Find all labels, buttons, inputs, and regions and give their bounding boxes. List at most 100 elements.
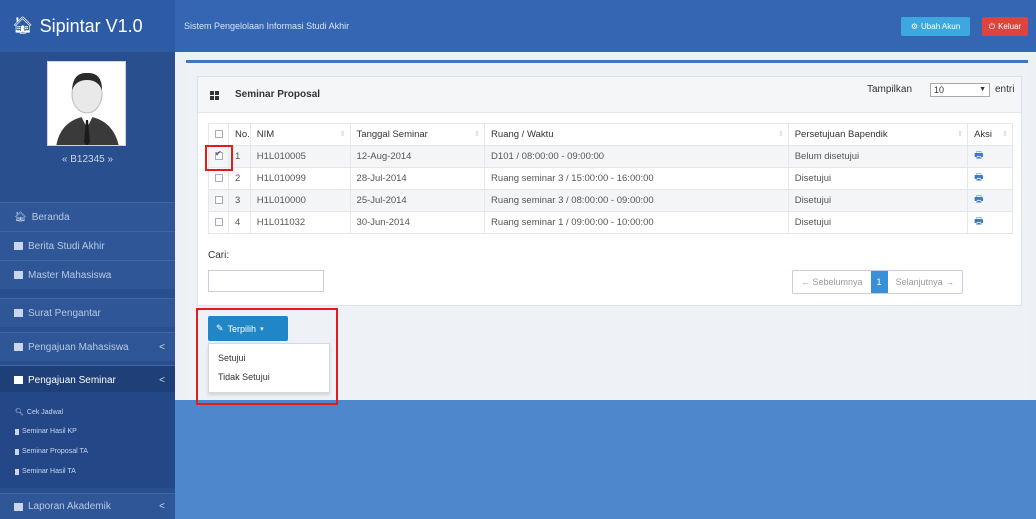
column-header[interactable]: Tanggal Seminar ⇕ [349, 123, 486, 146]
pager-current[interactable]: 1 [870, 271, 888, 293]
cell-ruang: Ruang seminar 3 / 08:00:00 - 09:00:00 [484, 189, 789, 212]
caret-down-icon: ▼ [979, 86, 986, 93]
sidebar-item-label: Pengajuan Seminar [28, 374, 116, 386]
print-icon[interactable]: 🖶 [974, 216, 983, 227]
profile-section: « B12345 » [0, 52, 175, 192]
print-icon[interactable]: 🖶 [974, 172, 983, 183]
submenu-seminar-proposal-ta[interactable]: Seminar Proposal TA [15, 448, 88, 455]
main-area-lower [175, 400, 1036, 519]
sidebar-item-label: Pengajuan Mahasiswa [28, 341, 129, 353]
sidebar: « B12345 » 🏠︎ Beranda Berita Studi Akhir… [0, 52, 175, 519]
show-entries-label: Tampilkan [867, 84, 913, 95]
sort-icon: ⇕ [777, 131, 784, 138]
table-row: 2 H1L010099 28-Jul-2014 Ruang seminar 3 … [208, 167, 1013, 190]
select-all-cell [208, 123, 229, 146]
row-select-cell [208, 211, 229, 234]
print-icon[interactable]: 🖶 [974, 194, 983, 205]
cell-ruang: Ruang seminar 3 / 15:00:00 - 16:00:00 [484, 167, 789, 190]
cell-tanggal: 30-Jun-2014 [349, 211, 486, 234]
bookmark-icon [15, 468, 19, 475]
search-input[interactable] [208, 270, 324, 292]
sidebar-item-label: Beranda [31, 211, 70, 223]
column-header[interactable]: Ruang / Waktu ⇕ [484, 123, 789, 146]
column-label: NIM [256, 129, 275, 140]
brand[interactable]: 🏠︎ Sipintar V1.0 [0, 0, 175, 52]
cell-nim: H1L010005 [249, 145, 351, 168]
pager-prev[interactable]: ← Sebelumnya [793, 271, 871, 293]
seminar-table: No. NIM ⇕ Tanggal Seminar ⇕ Ruang / Waktu ⇕… [208, 123, 1013, 234]
cell-nim: H1L010099 [249, 167, 351, 190]
row-checkbox[interactable] [215, 174, 223, 183]
logout-button[interactable]: ⏻ Keluar [982, 17, 1028, 36]
select-all-checkbox[interactable] [215, 130, 223, 139]
cell-nim: H1L011032 [249, 211, 351, 234]
cell-aksi: 🖶 [967, 167, 1013, 190]
search-label: Cari: [208, 250, 230, 261]
sidebar-item-pengajuan-seminar[interactable]: Pengajuan Seminar < [0, 365, 175, 394]
sidebar-item-label: Laporan Akademik [28, 501, 111, 512]
submenu-label: Seminar Proposal TA [22, 448, 88, 455]
file-icon [14, 502, 23, 511]
show-entries-select[interactable]: 10 ▼ [930, 83, 990, 97]
cell-aksi: 🖶 [967, 145, 1013, 168]
sidebar-item-pengajuan-mahasiswa[interactable]: Pengajuan Mahasiswa < [0, 332, 175, 361]
logout-label: Keluar [998, 22, 1022, 31]
sidebar-submenu: 🔍︎ Cek Jadwal Seminar Hasil KP Seminar P… [0, 392, 175, 488]
file-icon [14, 242, 23, 250]
column-header[interactable]: No. [227, 123, 251, 146]
seminar-proposal-box: Seminar Proposal Tampilkan 10 ▼ entri No… [197, 76, 1022, 306]
column-header[interactable]: NIM ⇕ [249, 123, 351, 146]
sidebar-item-surat-pengantar[interactable]: Surat Pengantar [0, 298, 175, 327]
grid-icon [210, 91, 219, 100]
row-checkbox[interactable] [215, 196, 223, 205]
file-icon [14, 343, 23, 351]
file-icon [14, 271, 23, 279]
table-row: 3 H1L010000 25-Jul-2014 Ruang seminar 3 … [208, 189, 1013, 212]
sidebar-item-beranda[interactable]: 🏠︎ Beranda [0, 202, 175, 231]
cell-no: 3 [227, 189, 251, 212]
ubah-akun-button[interactable]: ⚙ Ubah Akun [901, 17, 970, 36]
column-label: Ruang / Waktu [491, 129, 554, 140]
cell-nim: H1L010000 [249, 189, 351, 212]
sidebar-item-berita[interactable]: Berita Studi Akhir [0, 231, 175, 260]
column-label: Tanggal Seminar [356, 129, 428, 140]
chevron-left-icon: < [159, 374, 165, 386]
column-header[interactable]: Aksi ⇕ [967, 123, 1013, 146]
submenu-seminar-hasil-kp[interactable]: Seminar Hasil KP [15, 428, 77, 435]
file-icon [14, 309, 23, 317]
sidebar-item-label: Master Mahasiswa [28, 269, 112, 281]
cell-ruang: D101 / 08:00:00 - 09:00:00 [484, 145, 789, 168]
avatar [47, 61, 126, 146]
submenu-cek-jadwal[interactable]: 🔍︎ Cek Jadwal [15, 408, 64, 417]
submenu-label: Seminar Hasil KP [22, 428, 77, 435]
cell-aksi: 🖶 [967, 211, 1013, 234]
sort-icon: ⇕ [474, 131, 481, 138]
column-header[interactable]: Persetujuan Bapendik ⇕ [787, 123, 969, 146]
cell-status: Belum disetujui [787, 145, 969, 168]
sidebar-item-laporan-akademik[interactable]: Laporan Akademik < [0, 493, 175, 519]
print-icon[interactable]: 🖶 [974, 150, 983, 161]
bookmark-icon [15, 448, 19, 455]
pager-next[interactable]: Selanjutnya → [888, 271, 963, 293]
highlight-checkbox [205, 145, 233, 171]
cell-tanggal: 12-Aug-2014 [349, 145, 486, 168]
box-header: Seminar Proposal Tampilkan 10 ▼ entri [198, 77, 1021, 113]
column-label: Persetujuan Bapendik [794, 129, 888, 140]
cell-tanggal: 28-Jul-2014 [349, 167, 486, 190]
cell-aksi: 🖶 [967, 189, 1013, 212]
submenu-seminar-hasil-ta[interactable]: Seminar Hasil TA [15, 468, 76, 475]
user-avatar-icon [48, 62, 125, 145]
row-checkbox[interactable] [215, 218, 223, 227]
app-title: Sipintar V1.0 [39, 15, 143, 36]
gears-icon: ⚙ [910, 22, 919, 31]
chevron-left-icon: < [159, 341, 165, 353]
table-row: 1 H1L010005 12-Aug-2014 D101 / 08:00:00 … [208, 145, 1013, 168]
cell-status: Disetujui [787, 211, 969, 234]
sidebar-item-master-mahasiswa[interactable]: Master Mahasiswa [0, 260, 175, 289]
cell-status: Disetujui [787, 189, 969, 212]
sort-icon: ⇕ [1002, 131, 1008, 138]
pagination: ← Sebelumnya 1 Selanjutnya → [792, 270, 964, 294]
ubah-akun-label: Ubah Akun [921, 22, 961, 31]
highlight-actions [196, 308, 338, 405]
submenu-label: Cek Jadwal [26, 408, 64, 416]
